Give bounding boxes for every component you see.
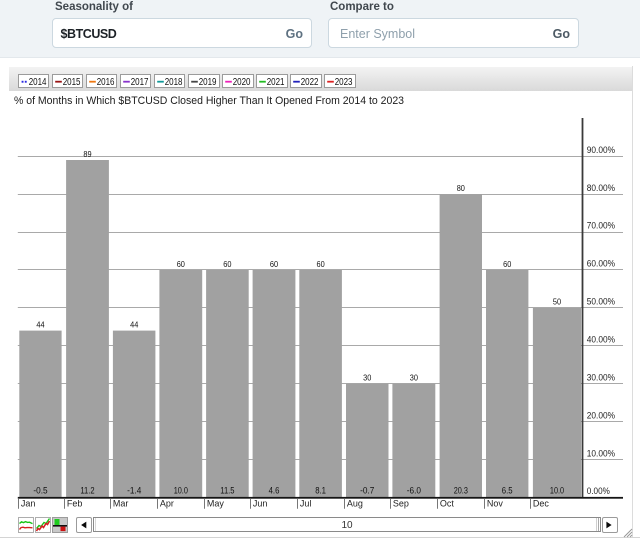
svg-text:4.6: 4.6	[269, 486, 280, 496]
svg-text:90.00%: 90.00%	[587, 145, 616, 156]
svg-text:89: 89	[83, 149, 91, 159]
svg-text:44: 44	[36, 319, 44, 329]
svg-text:2022: 2022	[301, 77, 319, 87]
svg-text:40.00%: 40.00%	[587, 335, 616, 346]
svg-text:10.00%: 10.00%	[587, 448, 616, 459]
svg-text:May: May	[207, 499, 225, 509]
svg-text:2020: 2020	[233, 77, 251, 87]
svg-text:Feb: Feb	[67, 499, 83, 509]
svg-text:0.00%: 0.00%	[587, 486, 610, 497]
svg-text:20.00%: 20.00%	[587, 410, 616, 421]
svg-text:50.00%: 50.00%	[587, 297, 616, 308]
svg-text:60: 60	[317, 259, 325, 269]
svg-text:2016: 2016	[96, 77, 114, 87]
svg-text:-1.4: -1.4	[127, 486, 141, 496]
svg-text:2015: 2015	[62, 77, 80, 87]
svg-text:10.0: 10.0	[550, 486, 564, 496]
svg-text:11.5: 11.5	[220, 486, 234, 496]
svg-text:Apr: Apr	[160, 499, 174, 509]
svg-text:44: 44	[130, 319, 138, 329]
svg-text:Jul: Jul	[300, 499, 312, 509]
svg-text:30: 30	[410, 373, 418, 383]
svg-text:% of Months in Which $BTCUSD C: % of Months in Which $BTCUSD Closed High…	[14, 95, 404, 107]
svg-text:20.3: 20.3	[454, 486, 468, 496]
svg-text:6.5: 6.5	[502, 486, 513, 496]
svg-text:80.00%: 80.00%	[587, 183, 616, 194]
svg-text:-6.0: -6.0	[407, 486, 421, 496]
svg-text:Oct: Oct	[440, 499, 455, 509]
svg-text:-0.5: -0.5	[33, 486, 47, 496]
svg-text:60: 60	[503, 259, 511, 269]
svg-text:80: 80	[457, 183, 465, 193]
svg-text:Sep: Sep	[393, 499, 409, 509]
svg-text:2023: 2023	[335, 77, 353, 87]
svg-text:60: 60	[177, 259, 185, 269]
svg-text:60: 60	[223, 259, 231, 269]
svg-text:30: 30	[363, 373, 371, 383]
svg-text:Mar: Mar	[113, 499, 129, 509]
svg-text:30.00%: 30.00%	[587, 372, 616, 383]
svg-text:2018: 2018	[165, 77, 183, 87]
svg-text:60.00%: 60.00%	[587, 259, 616, 270]
svg-text:11.2: 11.2	[80, 486, 94, 496]
svg-text:60: 60	[270, 259, 278, 269]
svg-text:70.00%: 70.00%	[587, 221, 616, 232]
svg-text:2014: 2014	[28, 77, 46, 87]
svg-text:Dec: Dec	[533, 499, 550, 509]
svg-text:10.0: 10.0	[174, 486, 188, 496]
svg-text:2021: 2021	[267, 77, 285, 87]
svg-text:Aug: Aug	[347, 499, 363, 509]
svg-text:8.1: 8.1	[315, 486, 326, 496]
svg-text:2019: 2019	[199, 77, 217, 87]
svg-text:-0.7: -0.7	[360, 486, 374, 496]
svg-text:2017: 2017	[130, 77, 148, 87]
svg-text:50: 50	[553, 297, 561, 307]
svg-text:Jan: Jan	[21, 499, 36, 509]
svg-text:Nov: Nov	[487, 499, 504, 509]
svg-text:Jun: Jun	[253, 499, 268, 509]
